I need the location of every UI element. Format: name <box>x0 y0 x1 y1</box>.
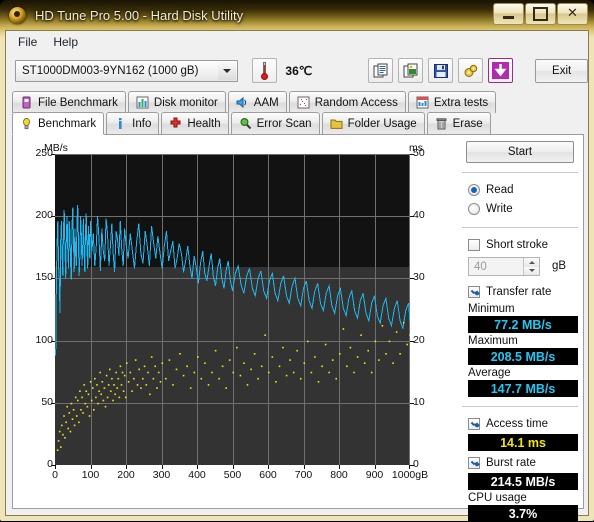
tab-label: Disk monitor <box>153 96 218 109</box>
tab-label: AAM <box>253 96 279 109</box>
tab-label: File Benchmark <box>38 96 118 109</box>
tab-label: Folder Usage <box>347 117 417 130</box>
tab-label: Random Access <box>314 96 398 109</box>
checkbox-access-time[interactable]: Access time <box>460 414 580 433</box>
temperature-indicator <box>252 58 278 83</box>
checkbox-short-stroke-indicator <box>468 238 480 251</box>
plot-series <box>55 204 410 451</box>
checkbox-transfer-rate-label: Transfer rate <box>486 285 552 298</box>
checkbox-transfer-rate[interactable]: Transfer rate <box>460 282 580 301</box>
maximum-label: Maximum <box>468 335 518 347</box>
thermometer-icon <box>261 61 269 80</box>
close-icon: ✕ <box>567 6 578 21</box>
short-stroke-input[interactable]: 40 <box>468 257 540 276</box>
tab-aam[interactable]: AAM <box>227 91 287 113</box>
access-time-value: 14.1 ms <box>468 434 578 451</box>
maximize-button[interactable] <box>525 3 556 25</box>
short-stroke-stepper[interactable] <box>523 258 539 275</box>
copy-image-icon[interactable] <box>398 58 424 83</box>
tab-row-primary: Benchmark Info Health Error Scan Folder … <box>12 112 584 135</box>
window-controls: ✕ <box>492 3 588 25</box>
checkbox-access-time-label: Access time <box>486 417 548 430</box>
tab-info[interactable]: Info <box>106 112 160 134</box>
radio-write-indicator <box>468 202 480 215</box>
tab-random-access[interactable]: Random Access <box>288 91 406 113</box>
cpu-usage-value: 3.7% <box>468 505 578 522</box>
checkbox-burst-rate-indicator <box>468 456 480 469</box>
tab-error-scan[interactable]: Error Scan <box>230 112 320 134</box>
close-button[interactable]: ✕ <box>557 3 588 25</box>
stepper-up-icon <box>524 258 539 267</box>
tab-bars: File Benchmark Disk monitor AAM Random A… <box>12 91 584 135</box>
average-label: Average <box>468 367 511 379</box>
cpu-usage-label: CPU usage <box>468 492 527 504</box>
tab-label: Error Scan <box>256 117 312 130</box>
app-window: HD Tune Pro 5.00 - Hard Disk Utility ✕ F… <box>0 0 594 522</box>
checkbox-burst-rate-label: Burst rate <box>486 456 536 469</box>
tab-label: Erase <box>452 117 483 130</box>
chevron-down-icon[interactable] <box>218 61 237 80</box>
minimize-button[interactable] <box>493 3 524 25</box>
toolbar-buttons <box>368 58 518 83</box>
menu-bar: File Help <box>6 31 588 52</box>
tab-benchmark[interactable]: Benchmark <box>12 112 105 135</box>
tab-extra-tests[interactable]: Extra tests <box>407 91 497 113</box>
controls-panel: Start Read Write Short stroke 40 gB Tran… <box>460 141 580 522</box>
client-area: File Help ST1000DM003-9YN162 (1000 gB) 3… <box>5 30 589 522</box>
tab-label: Benchmark <box>38 117 97 130</box>
tab-label: Extra tests <box>433 96 489 109</box>
title-bar: HD Tune Pro 5.00 - Hard Disk Utility ✕ <box>0 0 594 30</box>
maximum-value: 208.5 MB/s <box>468 348 578 365</box>
menu-file[interactable]: File <box>12 33 47 51</box>
radio-write[interactable]: Write <box>460 199 580 218</box>
start-button[interactable]: Start <box>466 141 574 163</box>
checkbox-short-stroke-label: Short stroke <box>486 238 548 251</box>
stepper-down-icon <box>524 266 539 275</box>
checkbox-burst-rate[interactable]: Burst rate <box>460 453 580 472</box>
average-value: 147.7 MB/s <box>468 380 578 397</box>
exit-button[interactable]: Exit <box>535 58 588 83</box>
app-icon <box>9 7 26 24</box>
copy-text-icon[interactable] <box>368 58 394 83</box>
checkbox-access-time-indicator <box>468 417 480 430</box>
short-stroke-value: 40 <box>474 260 487 273</box>
radio-write-label: Write <box>486 202 513 215</box>
tab-folder-usage[interactable]: Folder Usage <box>321 112 425 134</box>
drive-selector[interactable]: ST1000DM003-9YN162 (1000 gB) <box>15 59 239 82</box>
minimum-value: 77.2 MB/s <box>468 316 578 333</box>
temperature-value: 36℃ <box>285 63 313 78</box>
menu-help[interactable]: Help <box>47 33 88 51</box>
settings-icon[interactable] <box>458 58 484 83</box>
tab-row-secondary: File Benchmark Disk monitor AAM Random A… <box>12 91 584 113</box>
tab-erase[interactable]: Erase <box>426 112 491 134</box>
window-title: HD Tune Pro 5.00 - Hard Disk Utility <box>35 7 244 23</box>
download-icon[interactable] <box>488 58 514 83</box>
tab-health[interactable]: Health <box>161 112 229 134</box>
short-stroke-unit: gB <box>552 260 567 272</box>
checkbox-transfer-rate-indicator <box>468 285 480 298</box>
save-icon[interactable] <box>428 58 454 83</box>
radio-read-indicator <box>468 183 480 196</box>
toolbar: ST1000DM003-9YN162 (1000 gB) 36℃ Exit <box>6 52 588 89</box>
benchmark-chart: MB/s ms 0 50 100 150 200 250 0 10 20 30 40 50 0 100… <box>35 142 429 481</box>
drive-selector-value: ST1000DM003-9YN162 (1000 gB) <box>22 64 199 77</box>
minimum-label: Minimum <box>468 303 515 315</box>
tab-disk-monitor[interactable]: Disk monitor <box>127 91 226 113</box>
plot-area <box>55 154 410 465</box>
burst-rate-value: 214.5 MB/s <box>468 473 578 490</box>
tab-label: Info <box>132 117 152 130</box>
radio-read[interactable]: Read <box>460 180 580 199</box>
radio-read-label: Read <box>486 183 514 196</box>
tab-label: Health <box>187 117 221 130</box>
tab-file-benchmark[interactable]: File Benchmark <box>12 91 126 113</box>
checkbox-short-stroke[interactable]: Short stroke <box>460 235 580 254</box>
benchmark-panel: MB/s ms 0 50 100 150 200 250 0 10 20 30 40 50 0 100… <box>12 134 584 522</box>
